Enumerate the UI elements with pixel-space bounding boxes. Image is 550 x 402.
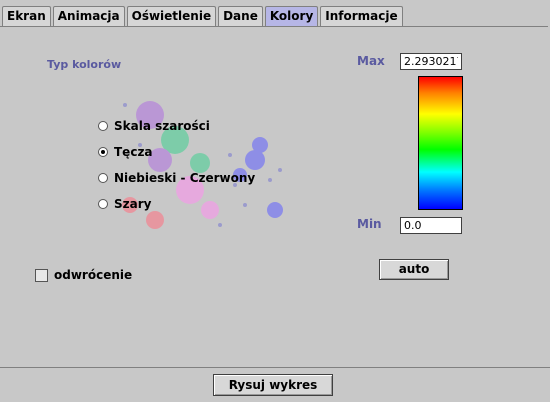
radio-niebieski-czerwony[interactable]: Niebieski - Czerwony [98,165,255,191]
tab-informacje[interactable]: Informacje [320,6,403,26]
min-value-field[interactable] [400,217,462,234]
tab-oswietlenie[interactable]: Oświetlenie [126,6,217,26]
checkbox-icon[interactable] [35,268,48,282]
min-label: Min [357,217,382,231]
auto-button[interactable]: auto [379,259,449,280]
invert-label: odwrócenie [54,268,133,282]
tab-bar: Ekran Animacja Oświetlenie Dane Kolory I… [2,6,405,26]
radio-label: Tęcza [114,145,153,159]
color-type-radio-group: Skala szarości Tęcza Niebieski - Czerwon… [98,113,255,217]
radio-button-selected-icon[interactable] [98,147,108,157]
radio-button-icon[interactable] [98,121,108,131]
draw-chart-button[interactable]: Rysuj wykres [213,374,333,396]
radio-button-icon[interactable] [98,173,108,183]
max-value-field[interactable] [400,53,462,70]
tab-kolory[interactable]: Kolory [264,6,319,26]
radio-button-icon[interactable] [98,199,108,209]
radio-label: Skala szarości [114,119,210,133]
radio-label: Niebieski - Czerwony [114,171,256,185]
footer-divider [0,367,550,368]
tab-dane[interactable]: Dane [218,6,263,26]
tab-animacja[interactable]: Animacja [52,6,125,26]
radio-szary[interactable]: Szary [98,191,255,217]
color-scale-bar [418,76,463,210]
invert-checkbox[interactable]: odwrócenie [35,268,132,282]
radio-tecza[interactable]: Tęcza [98,139,255,165]
radio-label: Szary [114,197,152,211]
max-label: Max [357,54,385,68]
color-type-title: Typ kolorów [47,58,122,71]
tab-ekran[interactable]: Ekran [2,6,51,26]
radio-skala-szarosci[interactable]: Skala szarości [98,113,255,139]
